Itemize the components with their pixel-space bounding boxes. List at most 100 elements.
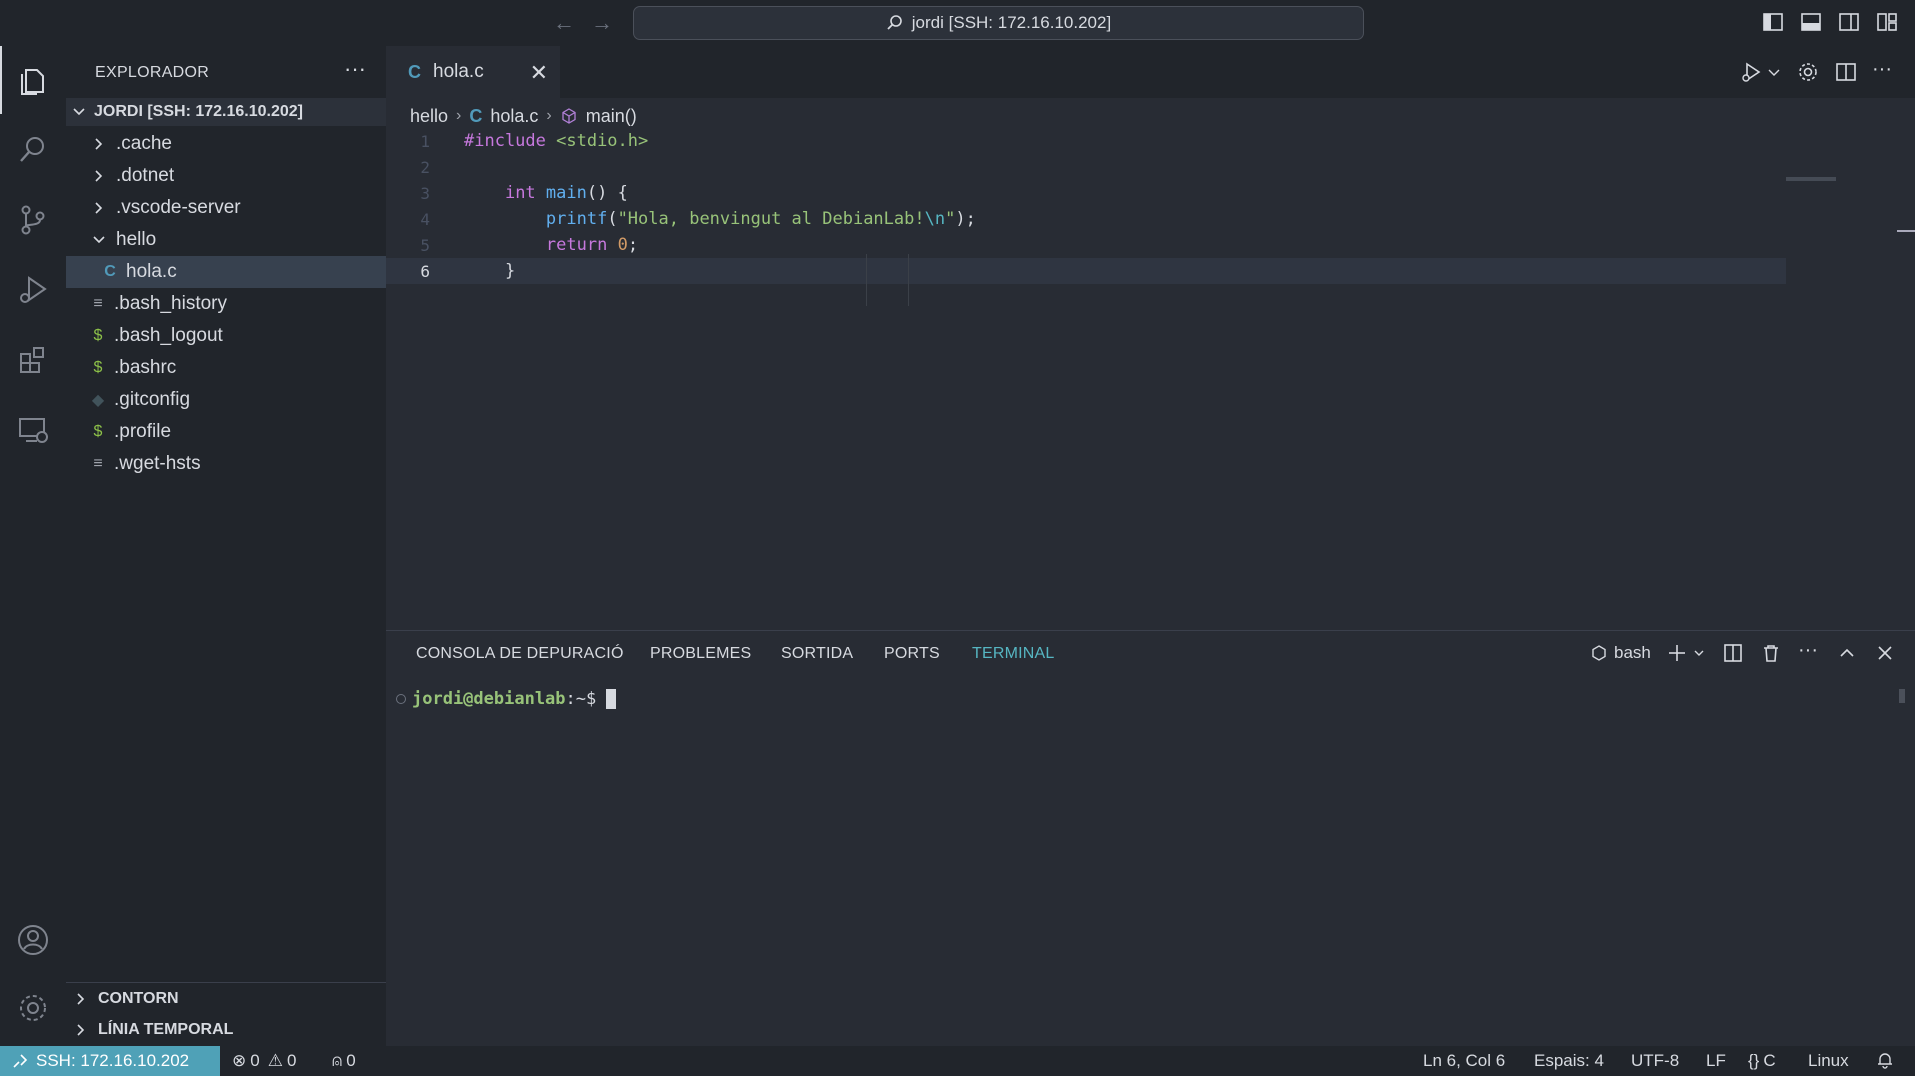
search-icon[interactable] xyxy=(0,116,66,184)
tree-item-vscode-server[interactable]: .vscode-server xyxy=(66,192,386,224)
terminal-prompt[interactable]: jordi@debianlab:~$ xyxy=(396,689,617,709)
gear-icon[interactable] xyxy=(1796,60,1820,84)
remote-indicator[interactable]: SSH: 172.16.10.202 xyxy=(0,1046,220,1076)
explorer-icon[interactable] xyxy=(0,46,66,114)
tree-item-bash-history[interactable]: ≡ .bash_history xyxy=(66,288,386,320)
tree-item-bash-logout[interactable]: $ .bash_logout xyxy=(66,320,386,352)
command-center-label: jordi [SSH: 172.16.10.202] xyxy=(911,13,1112,32)
problems-indicator[interactable]: ⊗ 0 ⚠ 0 xyxy=(232,1051,296,1071)
tab-debug-console[interactable]: CONSOLA DE DEPURACIÓ xyxy=(416,645,624,663)
code-text: return 0; xyxy=(446,235,638,255)
root-folder[interactable]: JORDI [SSH: 172.16.10.202] xyxy=(66,98,386,126)
arrow-left-icon[interactable]: ← xyxy=(553,10,575,36)
tree-item-profile[interactable]: $ .profile xyxy=(66,416,386,448)
code-line[interactable]: 5 return 0; xyxy=(386,232,1786,258)
tree-item-dotnet[interactable]: .dotnet xyxy=(66,160,386,192)
trash-icon[interactable] xyxy=(1760,642,1782,664)
tab-terminal[interactable]: TERMINAL xyxy=(972,645,1055,663)
breadcrumb-file[interactable]: hola.c xyxy=(490,106,538,127)
shell-file-icon: $ xyxy=(93,359,103,376)
end-of-line[interactable]: LF xyxy=(1706,1051,1726,1071)
timeline-label: LÍNIA TEMPORAL xyxy=(98,1021,234,1038)
search-icon xyxy=(887,15,902,30)
minimap[interactable] xyxy=(1786,177,1836,181)
add-terminal-icon[interactable] xyxy=(1666,642,1688,664)
toggle-secondary-sidebar-icon[interactable] xyxy=(1838,11,1860,33)
command-center[interactable]: jordi [SSH: 172.16.10.202] xyxy=(633,6,1364,40)
code-line[interactable]: 1 #include <stdio.h> xyxy=(386,128,1786,154)
tab-problems[interactable]: PROBLEMES xyxy=(650,645,751,663)
tab-ports[interactable]: PORTS xyxy=(884,645,940,663)
tree-item-bashrc[interactable]: $ .bashrc xyxy=(66,352,386,384)
chevron-right-icon: › xyxy=(456,107,462,124)
code-token: printf xyxy=(545,209,608,229)
maximize-panel-icon[interactable] xyxy=(1836,642,1858,664)
split-editor-icon[interactable] xyxy=(1834,60,1858,84)
code-line[interactable]: 2 xyxy=(386,154,1786,180)
more-actions-icon[interactable]: ··· xyxy=(1872,59,1896,84)
source-control-icon[interactable] xyxy=(0,186,66,254)
gear-icon[interactable] xyxy=(0,974,66,1042)
chevron-down-icon[interactable] xyxy=(1688,642,1704,664)
tree-item-wget-hsts[interactable]: ≡ .wget-hsts xyxy=(66,448,386,480)
title-bar: ← → jordi [SSH: 172.16.10.202] xyxy=(0,0,1915,46)
customize-layout-icon[interactable] xyxy=(1876,11,1898,33)
accounts-icon[interactable] xyxy=(0,906,66,974)
code-text: #include <stdio.h> xyxy=(446,131,648,151)
language-mode[interactable]: {} C xyxy=(1748,1051,1776,1071)
split-terminal-icon[interactable] xyxy=(1722,642,1744,664)
tree-item-label: .bashrc xyxy=(114,357,177,378)
code-line[interactable]: 6 } xyxy=(386,258,1786,284)
breadcrumb-symbol[interactable]: main() xyxy=(586,106,637,127)
outline-section-header[interactable]: CONTORN xyxy=(66,982,386,1014)
toggle-panel-icon[interactable] xyxy=(1800,11,1822,33)
terminal-selector[interactable]: bash xyxy=(1590,643,1651,663)
ports-indicator[interactable]: ⍝ 0 xyxy=(332,1051,356,1071)
code-line[interactable]: 4 printf("Hola, benvingut al DebianLab!\… xyxy=(386,206,1786,232)
timeline-section-header[interactable]: LÍNIA TEMPORAL xyxy=(66,1014,386,1046)
remote-icon xyxy=(13,1054,28,1068)
close-icon[interactable]: ✕ xyxy=(530,60,548,86)
breadcrumb-folder[interactable]: hello xyxy=(410,106,448,127)
activity-bar xyxy=(0,46,66,1046)
tree-item-label: .vscode-server xyxy=(116,197,241,218)
code-line[interactable]: 3 int main() { xyxy=(386,180,1786,206)
terminal-user: jordi@debianlab xyxy=(412,689,566,709)
chevron-down-icon[interactable] xyxy=(1762,60,1780,84)
code-token: main xyxy=(545,183,587,203)
tree-item-hello[interactable]: hello xyxy=(66,224,386,256)
more-actions-icon[interactable]: ··· xyxy=(1798,640,1820,664)
tree-item-hola-c[interactable]: C hola.c xyxy=(66,256,386,288)
tab-label: hola.c xyxy=(433,61,484,82)
cursor-position[interactable]: Ln 6, Col 6 xyxy=(1423,1051,1505,1071)
run-and-debug-icon[interactable] xyxy=(0,256,66,324)
extensions-icon[interactable] xyxy=(0,326,66,394)
shell-file-icon: $ xyxy=(93,423,103,440)
tab-hola-c[interactable]: C hola.c ✕ xyxy=(386,46,560,98)
indent-guide xyxy=(866,254,867,280)
tree-item-gitconfig[interactable]: ◆ .gitconfig xyxy=(66,384,386,416)
braces-icon: {} xyxy=(1748,1051,1760,1070)
os-indicator[interactable]: Linux xyxy=(1808,1051,1849,1071)
encoding[interactable]: UTF-8 xyxy=(1631,1051,1679,1071)
chevron-right-icon xyxy=(77,1024,85,1036)
tree-item-cache[interactable]: .cache xyxy=(66,128,386,160)
tab-output[interactable]: SORTIDA xyxy=(781,645,853,663)
indentation[interactable]: Espais: 4 xyxy=(1534,1051,1604,1071)
scrollbar[interactable] xyxy=(1899,689,1905,703)
warning-count: 0 xyxy=(286,1051,297,1070)
more-actions-icon[interactable]: ··· xyxy=(344,56,366,82)
bell-icon[interactable] xyxy=(1876,1051,1894,1069)
broadcast-icon: ⍝ xyxy=(332,1051,343,1070)
chevron-down-icon xyxy=(73,108,85,116)
warning-icon: ⚠ xyxy=(267,1051,283,1070)
outline-label: CONTORN xyxy=(98,989,179,1007)
run-file-icon[interactable] xyxy=(1740,60,1764,84)
toggle-primary-sidebar-icon[interactable] xyxy=(1762,11,1784,33)
arrow-right-icon[interactable]: → xyxy=(591,10,613,36)
close-icon[interactable] xyxy=(1874,642,1896,664)
terminal-bash-icon xyxy=(1592,645,1606,661)
remote-explorer-icon[interactable] xyxy=(0,396,66,464)
